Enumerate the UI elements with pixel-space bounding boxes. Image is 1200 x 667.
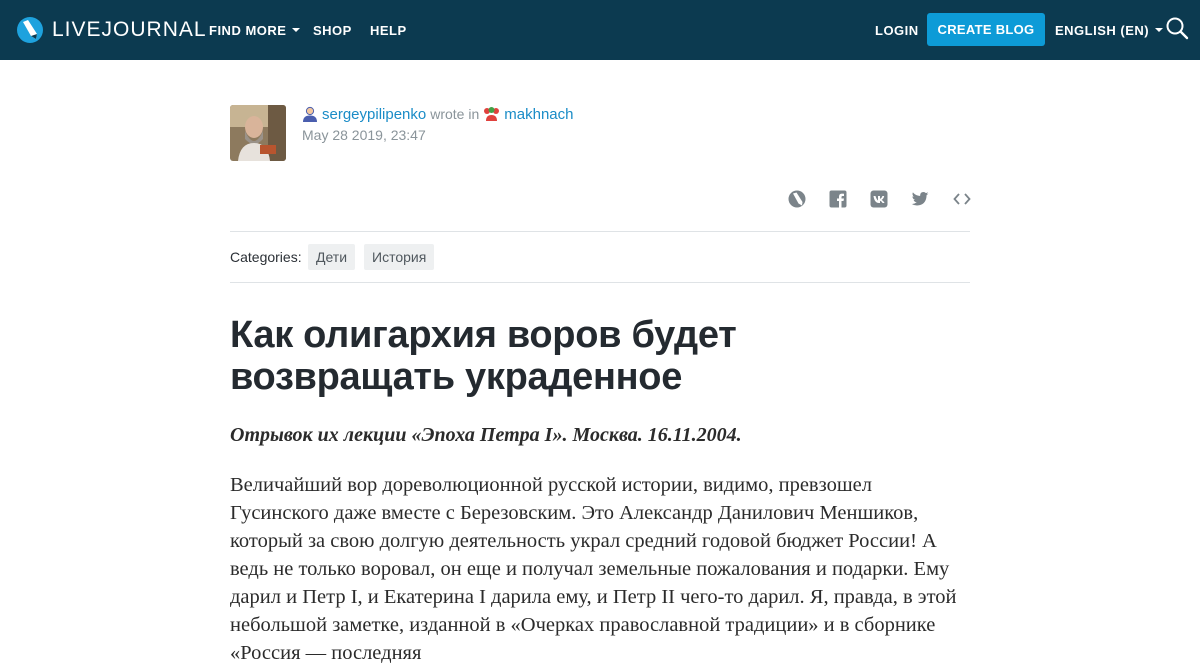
- divider: [230, 231, 970, 232]
- share-vk-button[interactable]: [869, 189, 889, 209]
- vk-icon: [870, 190, 888, 208]
- share-twitter-button[interactable]: [910, 189, 930, 209]
- nav-shop[interactable]: SHOP: [313, 0, 352, 60]
- twitter-icon: [911, 192, 929, 206]
- author-avatar[interactable]: [230, 105, 286, 161]
- nav-help[interactable]: HELP: [370, 0, 407, 60]
- avatar-image: [230, 105, 286, 161]
- divider: [230, 282, 970, 283]
- caret-down-icon: [1155, 28, 1164, 32]
- top-navigation-bar: LIVEJOURNAL FIND MORE SHOP HELP LOGIN CR…: [0, 0, 1200, 60]
- community-icon[interactable]: [483, 106, 500, 122]
- author-username-link[interactable]: sergeypilipenko: [322, 106, 426, 123]
- facebook-icon: [829, 190, 847, 208]
- community-name-link[interactable]: makhnach: [504, 106, 573, 123]
- login-link[interactable]: LOGIN: [875, 0, 919, 60]
- embed-icon: [953, 193, 971, 205]
- categories-label: Categories:: [230, 249, 302, 265]
- post-title: Как олигархия воров будет возвращать укр…: [230, 314, 737, 398]
- caret-down-icon: [292, 28, 301, 32]
- nav-find-more[interactable]: FIND MORE: [209, 0, 301, 60]
- user-icon[interactable]: [302, 106, 318, 122]
- search-icon: [1166, 17, 1189, 40]
- livejournal-logo[interactable]: LIVEJOURNAL: [16, 15, 207, 45]
- post-date: May 28 2019, 23:47: [302, 127, 426, 143]
- share-facebook-button[interactable]: [828, 189, 848, 209]
- logo-text: LIVEJOURNAL: [52, 18, 207, 41]
- category-tag-history[interactable]: История: [364, 244, 435, 270]
- create-blog-button[interactable]: CREATE BLOG: [927, 13, 1045, 46]
- livejournal-logo-icon: [17, 17, 43, 43]
- share-livejournal-button[interactable]: [787, 189, 807, 209]
- search-button[interactable]: [1165, 16, 1189, 40]
- language-label: ENGLISH (EN): [1055, 22, 1150, 38]
- post-body-paragraph: Величайший вор дореволюционной русской и…: [230, 474, 957, 664]
- post-author-line: sergeypilipenko wrote in makhnach: [302, 104, 573, 124]
- post-subtitle: Отрывок их лекции «Эпоха Петра I». Москв…: [230, 424, 742, 446]
- nav-find-more-label: FIND MORE: [209, 22, 287, 38]
- livejournal-icon: [788, 190, 806, 208]
- category-tag-children[interactable]: Дети: [308, 244, 356, 270]
- embed-code-button[interactable]: [952, 189, 972, 209]
- language-selector[interactable]: ENGLISH (EN): [1055, 0, 1164, 60]
- wrote-in-label: wrote in: [430, 106, 480, 122]
